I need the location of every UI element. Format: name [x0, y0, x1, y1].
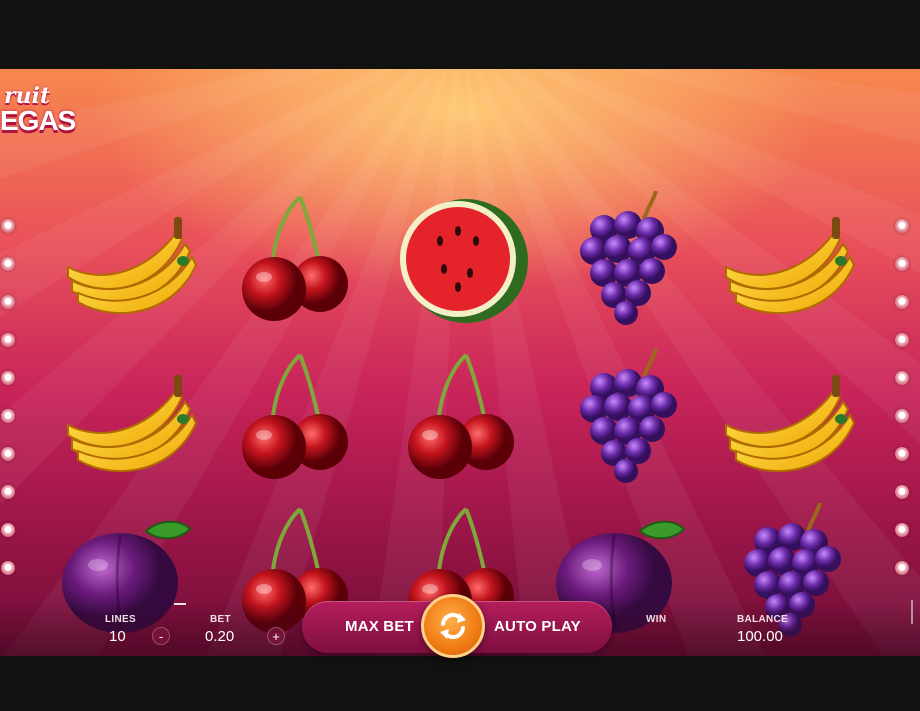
reel-symbol-cherry: [212, 347, 372, 487]
payline-dot-icon[interactable]: [1, 371, 15, 385]
reel-symbol-cherry: [212, 189, 372, 329]
watermelon-icon: [400, 199, 528, 323]
payline-dot-icon[interactable]: [895, 295, 909, 309]
payline-dot-icon[interactable]: [1, 447, 15, 461]
payline-dot-icon[interactable]: [895, 409, 909, 423]
letterbox-top: [0, 0, 920, 69]
spin-button[interactable]: [421, 594, 485, 658]
lines-value: 10: [109, 628, 126, 645]
game-logo: ruit EGAS: [0, 77, 76, 137]
payline-dot-icon[interactable]: [1, 485, 15, 499]
active-indicator: [174, 603, 186, 605]
bet-label: BET: [210, 614, 231, 625]
banana-icon: [725, 375, 856, 473]
payline-dot-icon[interactable]: [895, 333, 909, 347]
cherry-icon: [408, 353, 514, 479]
payline-dot-icon[interactable]: [1, 333, 15, 347]
decrease-bet-button[interactable]: -: [152, 627, 170, 645]
reel-symbol-banana: [50, 347, 210, 487]
control-bar: LINES 10 - BET 0.20 + MAX BET AUTO PLAY …: [0, 594, 920, 658]
payline-dot-icon[interactable]: [1, 409, 15, 423]
payline-dot-icon[interactable]: [895, 561, 909, 575]
cherry-icon: [242, 195, 348, 321]
payline-dot-icon[interactable]: [1, 295, 15, 309]
grapes-icon: [580, 190, 677, 325]
max-bet-button[interactable]: MAX BET: [345, 618, 414, 635]
reel-symbol-banana: [708, 347, 868, 487]
grapes-icon: [580, 348, 677, 483]
bet-value: 0.20: [205, 628, 235, 645]
reel-symbol-grapes: [544, 347, 704, 487]
letterbox-bottom: [0, 656, 920, 711]
banana-icon: [725, 217, 856, 315]
balance-label: BALANCE: [737, 614, 788, 625]
balance-value: 100.00: [737, 628, 783, 645]
reel-symbol-banana: [708, 189, 868, 329]
spin-arrows-icon: [440, 612, 466, 640]
payline-dot-icon[interactable]: [1, 219, 15, 233]
reel-symbol-banana: [50, 189, 210, 329]
payline-markers-right: [895, 219, 911, 599]
payline-dot-icon[interactable]: [895, 371, 909, 385]
reel-grid: [40, 189, 860, 639]
payline-dot-icon[interactable]: [1, 257, 15, 271]
reel-symbol-watermelon: [378, 189, 538, 329]
edge-tab[interactable]: [911, 600, 920, 624]
payline-dot-icon[interactable]: [1, 523, 15, 537]
banana-icon: [67, 375, 198, 473]
payline-dot-icon[interactable]: [895, 219, 909, 233]
win-label: WIN: [646, 614, 667, 625]
reel-symbol-grapes: [544, 189, 704, 329]
payline-dot-icon[interactable]: [895, 257, 909, 271]
game-stage: ruit EGAS: [0, 69, 920, 656]
payline-markers-left: [1, 219, 17, 599]
banana-icon: [67, 217, 198, 315]
lines-label: LINES: [105, 614, 136, 625]
reel-symbol-cherry: [378, 347, 538, 487]
cherry-icon: [242, 353, 348, 479]
logo-text-bottom: EGAS: [0, 105, 76, 136]
payline-dot-icon[interactable]: [895, 523, 909, 537]
increase-bet-button[interactable]: +: [267, 627, 285, 645]
payline-dot-icon[interactable]: [895, 485, 909, 499]
payline-dot-icon[interactable]: [1, 561, 15, 575]
payline-dot-icon[interactable]: [895, 447, 909, 461]
auto-play-button[interactable]: AUTO PLAY: [494, 618, 581, 635]
